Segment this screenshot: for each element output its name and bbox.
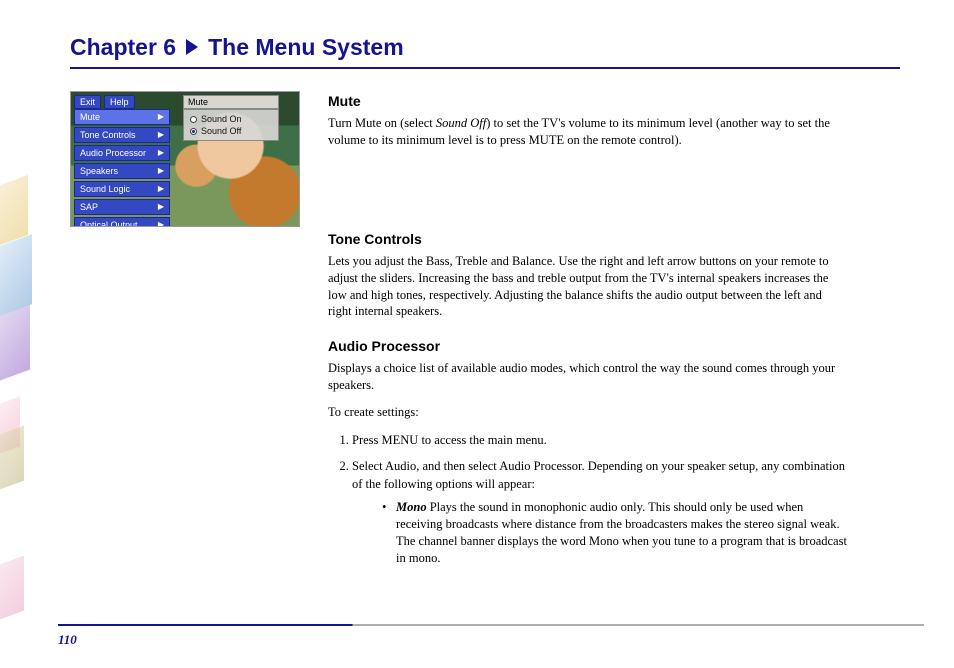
chevron-right-icon: ▶	[158, 220, 164, 227]
spacer	[328, 159, 848, 229]
help-chip: Help	[104, 95, 135, 109]
triangle-icon	[186, 39, 198, 55]
chevron-right-icon: ▶	[158, 148, 164, 157]
section-heading-tone: Tone Controls	[328, 231, 848, 247]
audio-options: Mono Plays the sound in monophonic audio…	[382, 499, 848, 567]
accent-stripe	[0, 426, 24, 490]
accent-stripe	[0, 305, 30, 381]
menu-item: Mute▶	[74, 109, 170, 125]
radio-label: Sound Off	[201, 126, 241, 136]
audio-steps: Press MENU to access the main menu. Sele…	[352, 431, 848, 567]
chapter-label: Chapter 6	[70, 34, 176, 61]
menu-item: Tone Controls▶	[74, 127, 170, 143]
chevron-right-icon: ▶	[158, 166, 164, 175]
exit-chip: Exit	[74, 95, 101, 109]
panel-title: Mute	[183, 95, 279, 109]
screenshot-topbar: Exit Help	[74, 95, 135, 109]
mute-paragraph: Turn Mute on (select Sound Off) to set t…	[328, 115, 848, 149]
chevron-right-icon: ▶	[158, 130, 164, 139]
radio-label: Sound On	[201, 114, 242, 124]
tone-paragraph: Lets you adjust the Bass, Treble and Bal…	[328, 253, 848, 321]
radio-option: Sound On	[184, 113, 278, 125]
menu-item: Audio Processor▶	[74, 145, 170, 161]
chapter-name: The Menu System	[208, 34, 404, 61]
section-heading-mute: Mute	[328, 93, 848, 109]
accent-stripe	[0, 234, 32, 316]
chevron-right-icon: ▶	[158, 184, 164, 193]
step-2: Select Audio, and then select Audio Proc…	[352, 457, 848, 567]
menu-item: Speakers▶	[74, 163, 170, 179]
panel-body: Sound On Sound Off	[183, 109, 279, 141]
chevron-right-icon: ▶	[158, 202, 164, 211]
footer-rule	[58, 624, 924, 626]
radio-icon-selected	[190, 128, 197, 135]
page-number: 110	[58, 632, 77, 648]
content-row: Exit Help Mute Sound On Sound Off Mute▶	[70, 91, 900, 575]
figure-column: Exit Help Mute Sound On Sound Off Mute▶	[70, 91, 300, 575]
radio-icon	[190, 116, 197, 123]
chevron-right-icon: ▶	[158, 112, 164, 121]
audio-paragraph-2: To create settings:	[328, 404, 848, 421]
side-menu: Mute▶ Tone Controls▶ Audio Processor▶ Sp…	[74, 109, 170, 227]
chapter-title: Chapter 6 The Menu System	[70, 34, 900, 69]
accent-stripe	[0, 556, 24, 620]
step-1: Press MENU to access the main menu.	[352, 431, 848, 449]
audio-paragraph-1: Displays a choice list of available audi…	[328, 360, 848, 394]
section-heading-audio: Audio Processor	[328, 338, 848, 354]
radio-option: Sound Off	[184, 125, 278, 137]
menu-item: Optical Output▶	[74, 217, 170, 227]
tv-menu-screenshot: Exit Help Mute Sound On Sound Off Mute▶	[70, 91, 300, 227]
menu-item: SAP▶	[74, 199, 170, 215]
text-column: Mute Turn Mute on (select Sound Off) to …	[328, 91, 848, 575]
option-mono: Mono Plays the sound in monophonic audio…	[382, 499, 848, 567]
accent-stripe	[0, 175, 28, 245]
menu-item: Sound Logic▶	[74, 181, 170, 197]
manual-page: Chapter 6 The Menu System Exit Help Mute…	[0, 0, 954, 668]
